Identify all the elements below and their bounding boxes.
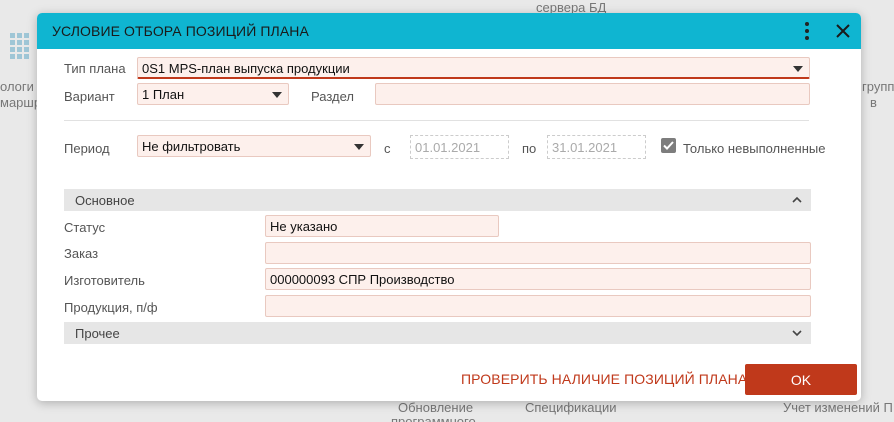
- bg-label-right-2: в: [870, 95, 877, 110]
- chevron-down-icon: [793, 66, 803, 72]
- plan-type-value: 0S1 MPS-план выпуска продукции: [142, 61, 350, 76]
- close-icon: [836, 24, 850, 38]
- date-from-input[interactable]: 01.01.2021: [410, 135, 509, 159]
- only-unfulfilled-checkbox[interactable]: [661, 138, 676, 153]
- chevron-down-icon: [792, 330, 802, 337]
- date-from-label: с: [384, 141, 391, 156]
- group-other-header[interactable]: Прочее: [64, 322, 811, 344]
- date-to-label: по: [522, 141, 537, 156]
- bg-label-change-log: Учет изменений П: [783, 400, 893, 415]
- building-icon: [10, 33, 34, 63]
- kebab-menu-icon: [805, 22, 809, 40]
- order-label: Заказ: [64, 246, 99, 261]
- variant-label: Вариант: [64, 89, 115, 104]
- only-unfulfilled-label: Только невыполненные: [683, 141, 826, 156]
- chevron-down-icon: [272, 92, 282, 98]
- close-button[interactable]: [825, 13, 861, 49]
- bg-label-update: Обновление: [398, 400, 474, 415]
- product-label: Продукция, п/ф: [64, 300, 158, 315]
- product-input[interactable]: [265, 295, 811, 317]
- group-other-title: Прочее: [75, 325, 120, 341]
- divider: [64, 120, 809, 121]
- bg-label-specifications: Спецификации: [525, 400, 617, 415]
- plan-type-label: Тип плана: [64, 61, 126, 76]
- dialog-title: УСЛОВИЕ ОТБОРА ПОЗИЦИЙ ПЛАНА: [52, 23, 309, 39]
- check-plan-positions-button[interactable]: ПРОВЕРИТЬ НАЛИЧИЕ ПОЗИЦИЙ ПЛАНА: [461, 371, 747, 387]
- variant-value: 1 План: [142, 87, 185, 102]
- chevron-down-icon: [354, 144, 364, 150]
- ok-button[interactable]: OK: [745, 364, 857, 395]
- section-label: Раздел: [311, 89, 354, 104]
- group-main-title: Основное: [75, 192, 135, 208]
- group-main-header[interactable]: Основное: [64, 189, 811, 211]
- filter-dialog: УСЛОВИЕ ОТБОРА ПОЗИЦИЙ ПЛАНА Тип плана 0…: [37, 13, 861, 401]
- bg-label-software: программного: [391, 414, 476, 422]
- dialog-titlebar: УСЛОВИЕ ОТБОРА ПОЗИЦИЙ ПЛАНА: [37, 13, 861, 49]
- status-label: Статус: [64, 220, 106, 235]
- period-value: Не фильтровать: [142, 139, 241, 154]
- bg-label-left-2: маршр: [0, 95, 42, 110]
- status-input[interactable]: Не указано: [265, 215, 499, 237]
- order-input[interactable]: [265, 242, 811, 264]
- manufacturer-label: Изготовитель: [64, 273, 145, 288]
- date-to-input[interactable]: 31.01.2021: [547, 135, 646, 159]
- bg-label-left-1: ологи: [0, 79, 34, 94]
- plan-type-select[interactable]: 0S1 MPS-план выпуска продукции: [137, 57, 810, 79]
- section-input[interactable]: [375, 83, 810, 105]
- variant-select[interactable]: 1 План: [137, 83, 289, 105]
- period-label: Период: [64, 141, 110, 156]
- more-menu-button[interactable]: [789, 13, 825, 49]
- manufacturer-input[interactable]: 000000093 СПР Производство: [265, 268, 811, 290]
- bg-label-right-1: группы: [862, 79, 894, 94]
- chevron-up-icon: [792, 196, 802, 203]
- checkmark-icon: [663, 141, 674, 150]
- period-select[interactable]: Не фильтровать: [137, 135, 371, 157]
